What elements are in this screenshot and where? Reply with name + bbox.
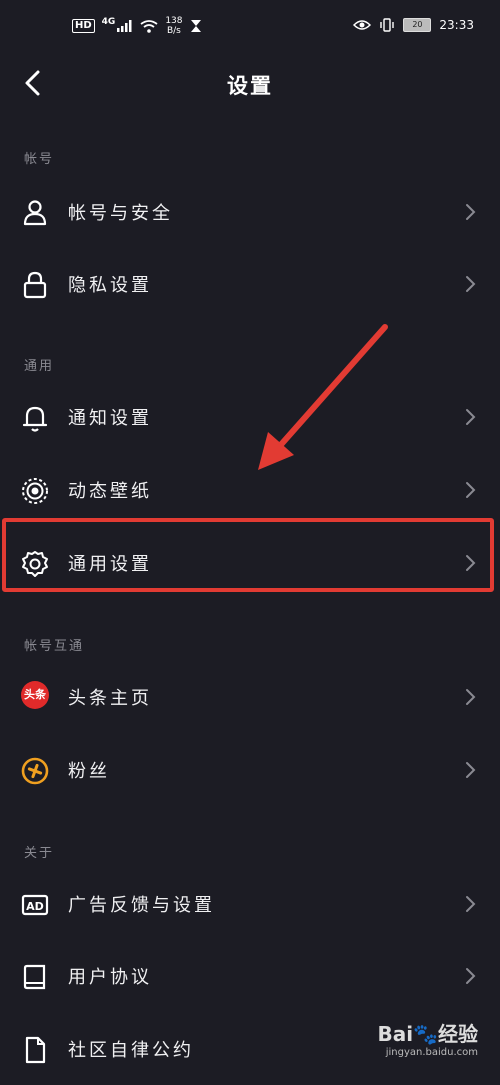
section-title-general: 通用 (24, 359, 55, 374)
network-speed-unit: B/s (166, 26, 181, 36)
wallpaper-icon (22, 478, 48, 504)
highlight-box (2, 518, 494, 592)
vibrate-icon (380, 18, 395, 32)
user-icon (23, 200, 47, 226)
document-icon (25, 1036, 46, 1064)
status-bar-right: 20 23:33 (353, 18, 474, 32)
svg-text:AD: AD (26, 900, 44, 913)
row-fans[interactable]: 粉丝 (0, 734, 500, 806)
chevron-right-icon (466, 276, 476, 292)
watermark: Bai🐾经验 jingyan.baidu.com (378, 1018, 479, 1058)
row-ads[interactable]: AD 广告反馈与设置 (0, 868, 500, 940)
battery-icon: 20 (403, 18, 432, 32)
network-type: 4G (101, 17, 116, 27)
section-title-about: 关于 (24, 846, 55, 861)
chevron-right-icon (466, 482, 476, 498)
chevron-right-icon (466, 689, 476, 705)
row-label: 通知设置 (68, 408, 152, 429)
page-title: 设置 (227, 74, 273, 98)
row-wallpaper[interactable]: 动态壁纸 (0, 454, 500, 526)
section-title-account: 帐号 (24, 152, 55, 167)
section-title-interop: 帐号互通 (24, 639, 85, 654)
row-account-security[interactable]: 帐号与安全 (0, 176, 500, 248)
row-label: 粉丝 (68, 761, 110, 782)
row-label: 帐号与安全 (68, 203, 173, 224)
hourglass-icon (190, 20, 201, 32)
ad-icon: AD (21, 894, 49, 916)
row-label: 动态壁纸 (68, 481, 152, 502)
book-icon (23, 964, 46, 990)
network-speed-value: 138 (165, 16, 183, 26)
row-user-agreement[interactable]: 用户协议 (0, 940, 500, 1012)
toutiao-icon: 头条 (21, 681, 49, 709)
row-toutiao[interactable]: 头条 头条主页 (0, 661, 500, 733)
chevron-right-icon (466, 762, 476, 778)
status-bar: HD 4G 138 B/s 20 23:33 (0, 0, 500, 56)
network-speed: 138 B/s (165, 16, 182, 36)
row-label: 社区自律公约 (68, 1040, 194, 1061)
wifi-icon (140, 19, 158, 33)
lock-icon (23, 271, 47, 299)
bell-icon (22, 406, 48, 432)
chevron-right-icon (466, 896, 476, 912)
row-label: 用户协议 (68, 967, 152, 988)
chevron-right-icon (466, 409, 476, 425)
chevron-right-icon (466, 204, 476, 220)
chevron-right-icon (466, 968, 476, 984)
row-notifications[interactable]: 通知设置 (0, 381, 500, 453)
signal-icon (117, 20, 132, 32)
row-privacy[interactable]: 隐私设置 (0, 248, 500, 320)
status-bar-left: HD 4G 138 B/s (72, 16, 202, 36)
row-label: 隐私设置 (68, 275, 152, 296)
row-label: 广告反馈与设置 (68, 895, 215, 916)
watermark-logo: Bai🐾经验 (377, 1022, 479, 1046)
header: 设置 (0, 56, 500, 112)
clock: 23:33 (439, 18, 474, 32)
hd-badge: HD (72, 19, 95, 33)
row-label: 头条主页 (68, 688, 152, 709)
eye-icon (353, 20, 372, 30)
fans-icon (21, 757, 49, 785)
watermark-url: jingyan.baidu.com (385, 1047, 478, 1058)
